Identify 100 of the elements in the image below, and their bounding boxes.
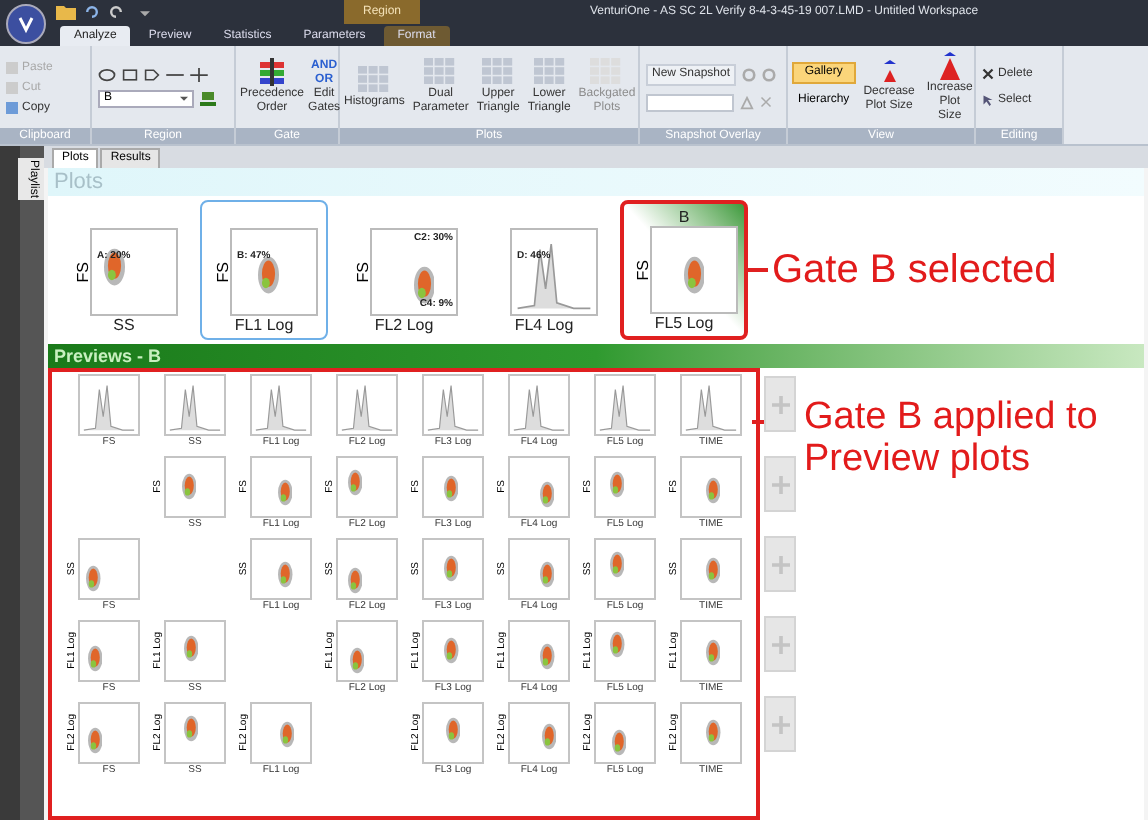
scatter-plot-drawing: [183, 714, 199, 744]
preview-plot[interactable]: [164, 374, 226, 436]
preview-plot[interactable]: [78, 538, 140, 600]
preview-plot[interactable]: [250, 456, 312, 518]
scatter-plot-drawing: [609, 549, 625, 579]
preview-plot[interactable]: [250, 374, 312, 436]
y-axis-label: FS: [71, 261, 89, 283]
scatter-plot-drawing: [611, 728, 626, 758]
scatter-plot-drawing: [183, 633, 198, 663]
scatter-plot-drawing: [278, 559, 294, 589]
plus-icon: [771, 475, 789, 493]
preview-plot[interactable]: [78, 374, 140, 436]
preview-plot[interactable]: [250, 702, 312, 764]
preview-plot[interactable]: [508, 456, 570, 518]
preview-plot[interactable]: [422, 620, 484, 682]
scatter-plot-drawing: [88, 725, 103, 755]
app-logo-button[interactable]: [6, 3, 46, 43]
preview-plot[interactable]: [422, 374, 484, 436]
v-logo-icon: [16, 13, 36, 33]
scatter-plot-drawing: [540, 560, 555, 590]
caret-icon: [180, 94, 188, 102]
stacked-layers-icon: [260, 58, 285, 86]
preview-plot[interactable]: [422, 456, 484, 518]
plot-card[interactable]: B FS FL5 Log: [620, 200, 748, 340]
plus-icon: [771, 715, 789, 733]
x-axis-label: FL2 Log: [374, 316, 434, 336]
preview-plot[interactable]: [594, 456, 656, 518]
preview-plot[interactable]: [680, 456, 742, 518]
preview-plot[interactable]: [594, 374, 656, 436]
preview-plot[interactable]: [164, 702, 226, 764]
close-icon: [982, 68, 994, 80]
preview-plot[interactable]: [336, 620, 398, 682]
preview-plot[interactable]: [680, 620, 742, 682]
preview-plot[interactable]: [422, 702, 484, 764]
preview-plot[interactable]: [250, 538, 312, 600]
preview-plot[interactable]: [508, 374, 570, 436]
scatter-plot-drawing: [706, 717, 722, 747]
annotation-text: Gate B applied to Preview plots: [804, 396, 1100, 480]
redo-icon[interactable]: [108, 4, 124, 20]
ellipse-tool-icon[interactable]: [98, 67, 116, 81]
large-peak-icon: [937, 51, 962, 79]
preview-plot[interactable]: [336, 538, 398, 600]
scatter-plot-drawing: [278, 478, 293, 508]
scatter-plot-drawing: [413, 263, 434, 306]
scatter-plot-drawing: [258, 254, 280, 297]
scatter-plot-drawing: [444, 554, 459, 584]
y-axis-label: FS: [631, 259, 649, 281]
preview-plot[interactable]: [680, 374, 742, 436]
preview-plot[interactable]: [336, 374, 398, 436]
cross-tool-icon[interactable]: [190, 67, 208, 81]
grid-icon: [482, 58, 515, 86]
polygon-tool-icon[interactable]: [144, 67, 160, 81]
y-axis-label: FS: [211, 261, 229, 283]
scatter-plot-drawing: [444, 635, 460, 665]
undo-icon[interactable]: [84, 4, 100, 20]
y-axis-label: FS: [351, 261, 369, 283]
plus-icon: [771, 395, 789, 413]
x-axis-label: FL4 Log: [514, 316, 574, 336]
preview-plot[interactable]: [594, 620, 656, 682]
scatter-plot-drawing: [683, 254, 705, 297]
small-peak-icon: [879, 60, 900, 84]
grid-icon: [533, 58, 566, 86]
cursor-icon: [982, 94, 994, 106]
scatter-plot-drawing: [610, 630, 625, 660]
preview-plot[interactable]: [164, 456, 226, 518]
preview-plot[interactable]: [680, 538, 742, 600]
close-icon[interactable]: [760, 96, 772, 108]
preview-plot[interactable]: [422, 538, 484, 600]
preview-plot[interactable]: [594, 538, 656, 600]
scatter-plot-drawing: [705, 556, 721, 586]
rectangle-tool-icon[interactable]: [122, 67, 138, 81]
plots-header: Plots: [48, 168, 1144, 196]
annotation-text: Gate B selected: [772, 246, 1057, 296]
scatter-plot-drawing: [347, 467, 363, 497]
previews-header: Previews - B: [48, 344, 1144, 368]
preview-plot[interactable]: [508, 620, 570, 682]
scatter-plot-drawing: [609, 469, 624, 498]
preview-plot[interactable]: [78, 702, 140, 764]
scatter-plot-drawing: [539, 480, 555, 510]
color-picker-icon[interactable]: [200, 90, 216, 106]
preview-plot[interactable]: [680, 702, 742, 764]
scatter-plot-drawing: [443, 473, 459, 503]
grid-icon: [358, 65, 391, 93]
scatter-plot-drawing: [349, 646, 364, 676]
preview-plot[interactable]: [78, 620, 140, 682]
x-axis-label: SS: [113, 316, 135, 336]
plus-icon: [771, 555, 789, 573]
folder-icon[interactable]: [56, 4, 76, 20]
x-axis-label: FL5 Log: [654, 314, 714, 334]
preview-plot[interactable]: [508, 538, 570, 600]
grid-icon: [424, 58, 457, 86]
preview-plot[interactable]: [164, 620, 226, 682]
preview-plot[interactable]: [336, 456, 398, 518]
preview-plot[interactable]: [508, 702, 570, 764]
plot-header: B: [678, 208, 690, 226]
dropdown-icon[interactable]: [140, 7, 150, 17]
scatter-plot-drawing: [445, 716, 460, 746]
triangle-icon[interactable]: [740, 95, 754, 109]
x-axis-label: FL1 Log: [234, 316, 294, 336]
preview-plot[interactable]: [594, 702, 656, 764]
